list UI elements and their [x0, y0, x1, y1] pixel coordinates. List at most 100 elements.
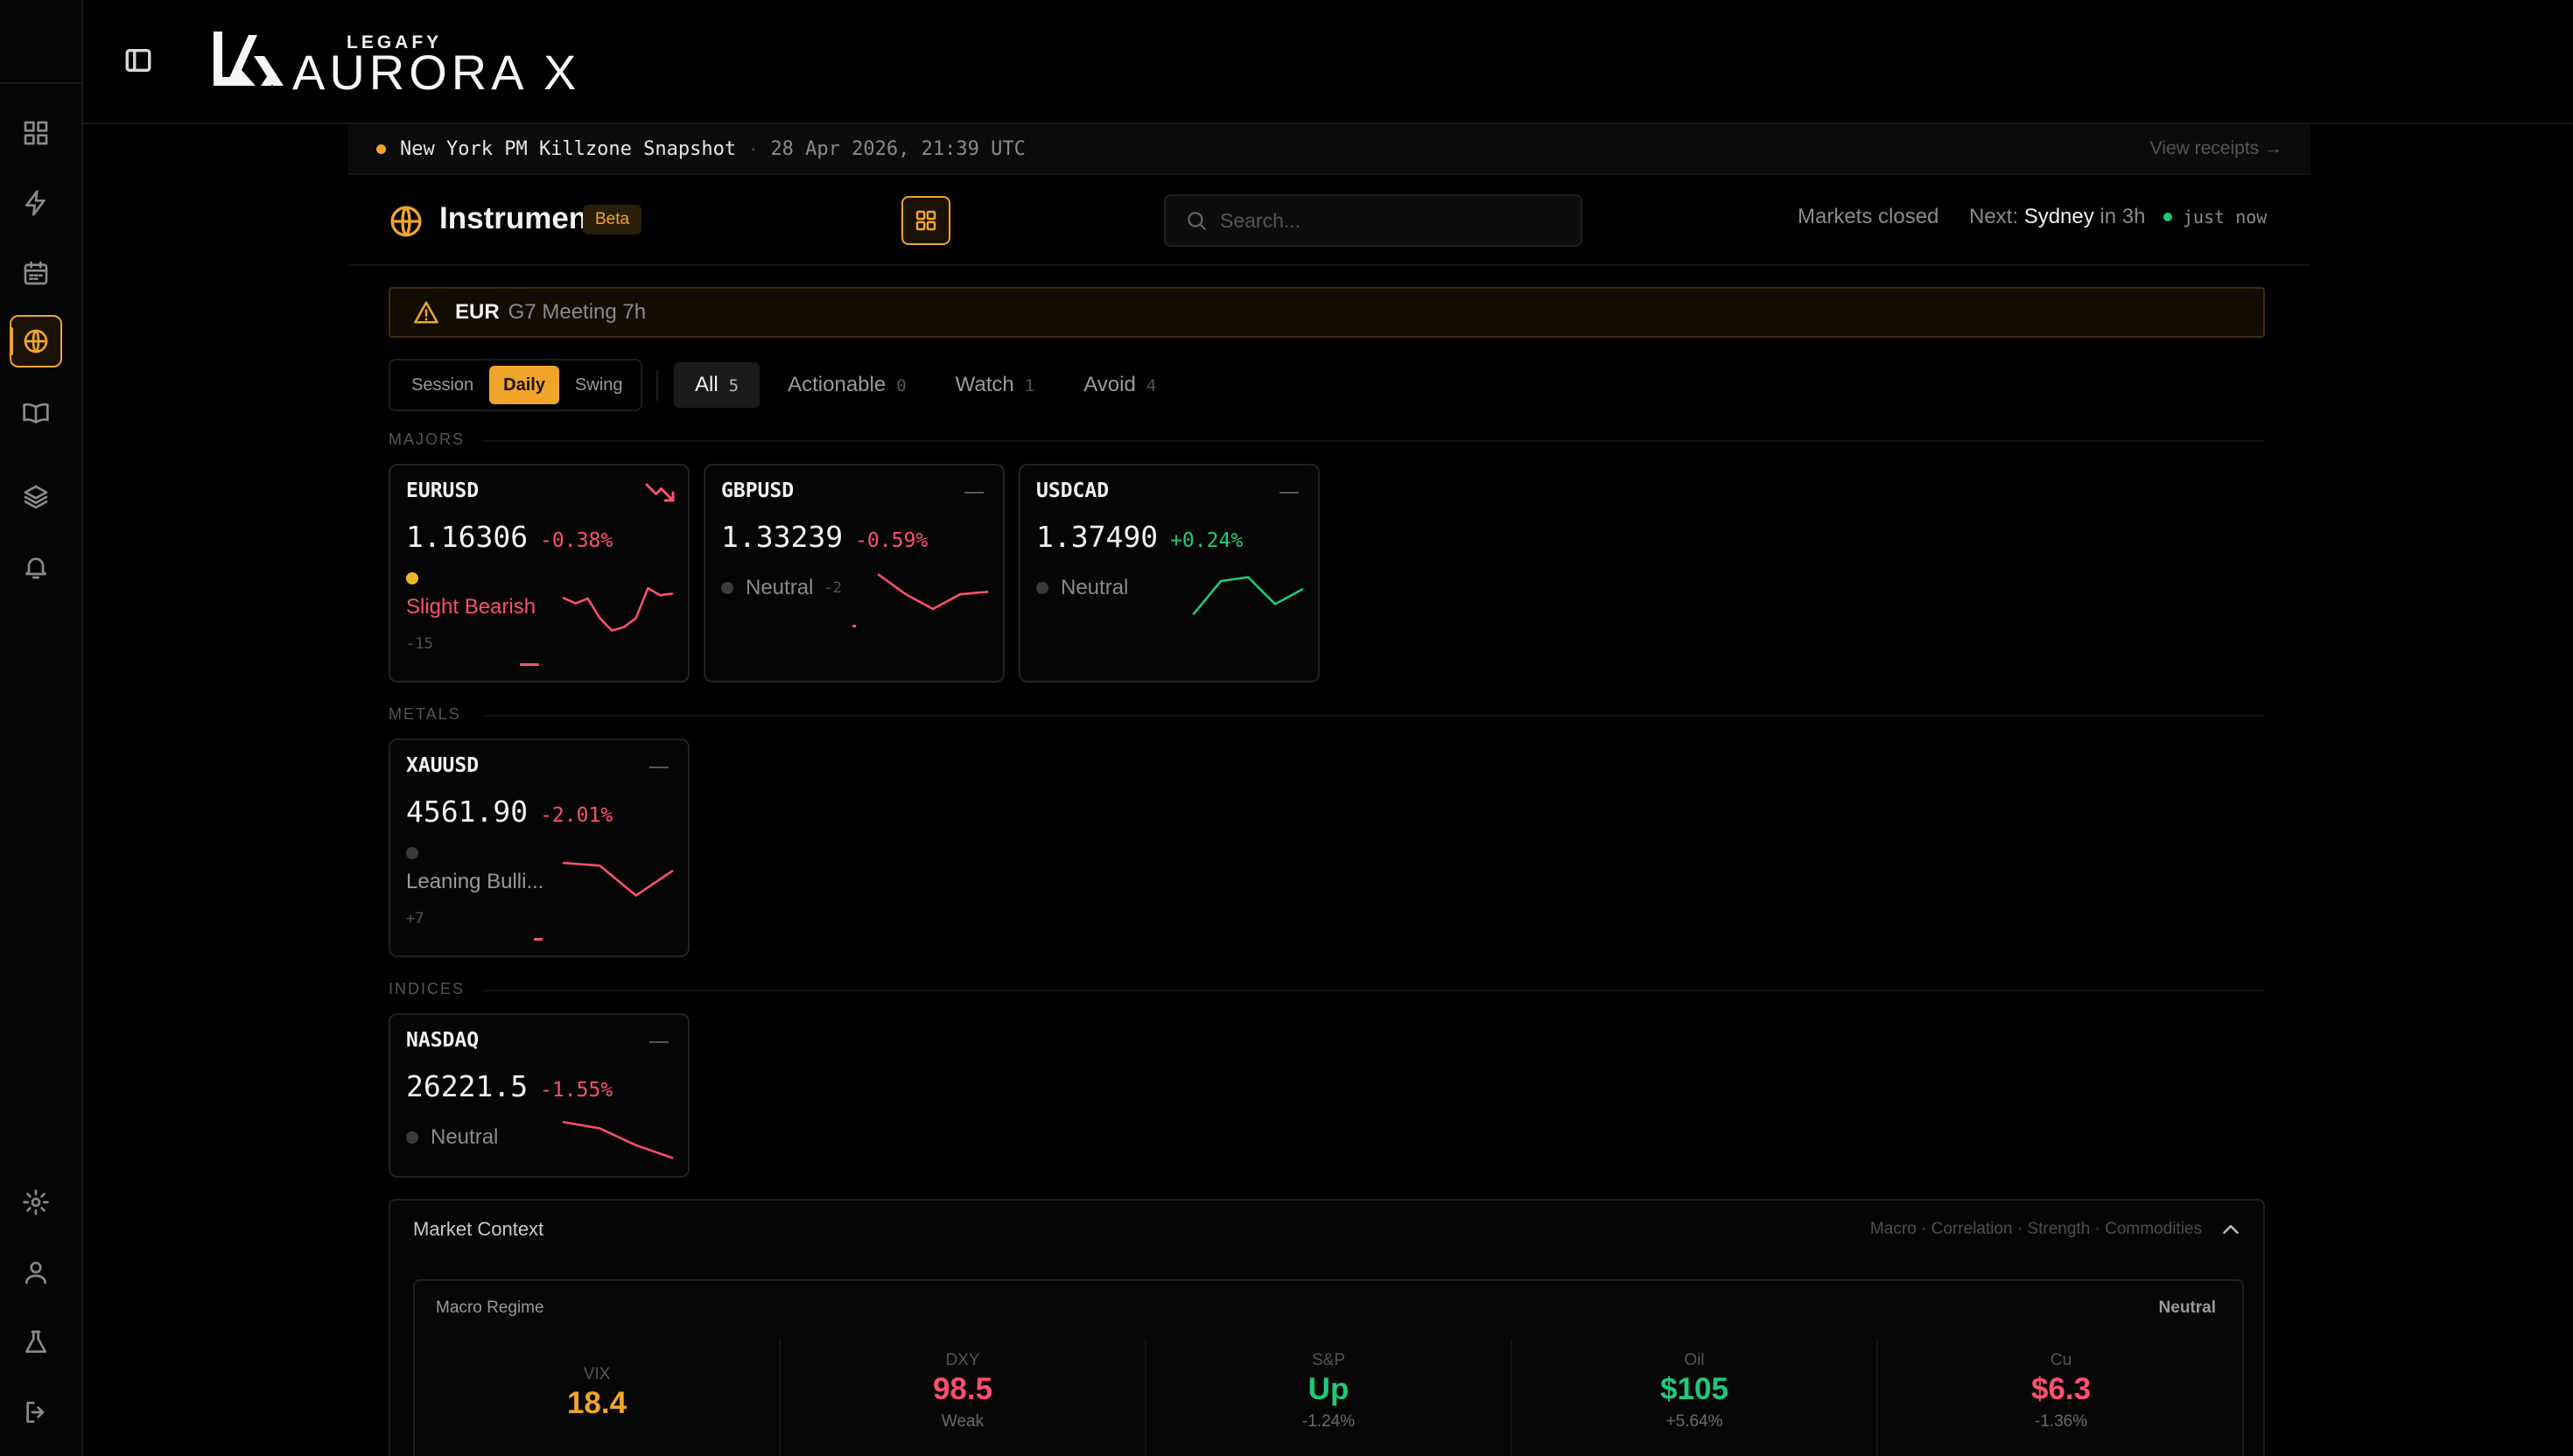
metric-value: Up	[1308, 1372, 1350, 1406]
flat-trend-icon	[649, 766, 669, 768]
dashboard-icon	[24, 121, 48, 145]
sidebar-item-signals[interactable]	[10, 177, 62, 229]
sidebar-item-calendar[interactable]	[10, 247, 62, 299]
market-context-title[interactable]: Market Context	[413, 1218, 543, 1241]
filter-tabs: All 5 Actionable 0 Watch 1 Avoid 4	[674, 360, 1184, 410]
chevron-up-icon[interactable]	[2218, 1216, 2244, 1242]
instrument-symbol: GBPUSD	[721, 480, 795, 502]
bell-icon	[25, 557, 46, 579]
group-divider	[483, 440, 2265, 442]
instrument-card-nasdaq[interactable]: NASDAQ 26221.5 -1.55% Neutral	[389, 1013, 690, 1178]
instrument-price: 4561.90	[406, 794, 529, 829]
bias-label: Slight Bearish	[406, 595, 536, 619]
snapshot-title: New York PM Killzone Snapshot	[400, 137, 737, 160]
sidebar-item-alerts[interactable]	[10, 541, 62, 593]
view-receipts-link[interactable]: View receipts →	[2150, 138, 2282, 159]
market-context-panel: Market Context Macro · Correlation · Str…	[389, 1199, 2265, 1456]
instrument-symbol: USDCAD	[1036, 480, 1110, 502]
score-bar	[534, 938, 543, 941]
sparkline	[1192, 576, 1304, 615]
filter-actionable[interactable]: Actionable 0	[767, 362, 928, 408]
sparkline-path	[562, 861, 674, 897]
group-label-indices: INDICES	[389, 980, 466, 998]
bias-label: Leaning Bulli...	[406, 870, 544, 893]
sidebar-item-logout[interactable]	[10, 1386, 62, 1438]
instrument-change: -1.55%	[540, 1079, 613, 1102]
sidebar-item-journal[interactable]	[10, 387, 62, 439]
sidebar-item-profile[interactable]	[10, 1246, 62, 1298]
metric-value: 18.4	[566, 1386, 627, 1420]
sidebar-item-layers[interactable]	[10, 471, 62, 523]
macro-regime-card: Macro Regime Neutral VIX 18.4 DXY 98.5 W…	[413, 1279, 2244, 1456]
macro-regime-title: Macro Regime	[436, 1298, 544, 1317]
instrument-change: -2.01%	[540, 804, 613, 827]
metric-value: $105	[1660, 1372, 1728, 1406]
group-divider	[483, 715, 2265, 717]
filter-count: 0	[896, 376, 907, 396]
trend-down-icon	[644, 480, 676, 506]
next-city: Sydney	[2023, 205, 2094, 228]
market-context-tabs[interactable]: Macro · Correlation · Strength · Commodi…	[1870, 1220, 2202, 1239]
instrument-price-row: 4561.90 -2.01%	[406, 794, 613, 829]
sidebar-item-dashboard[interactable]	[10, 107, 62, 159]
bias-score: -15	[406, 635, 433, 653]
sidebar-item-instruments[interactable]	[10, 315, 62, 368]
warning-icon	[413, 299, 439, 326]
instrument-card-eurusd[interactable]: EURUSD 1.16306 -0.38% Slight Bearish -15	[389, 464, 690, 682]
sidebar-item-settings[interactable]	[10, 1176, 62, 1228]
logout-icon	[26, 1402, 45, 1423]
instrument-card-usdcad[interactable]: USDCAD 1.37490 +0.24% Neutral	[1019, 464, 1320, 682]
instrument-change: -0.38%	[540, 529, 613, 552]
score-bar	[520, 663, 539, 666]
filter-all[interactable]: All 5	[674, 362, 761, 408]
instrument-symbol: NASDAQ	[406, 1029, 480, 1052]
grid-view-toggle[interactable]	[901, 196, 950, 245]
timeframe-swing[interactable]: Swing	[559, 366, 638, 404]
event-alert-banner[interactable]: EUR G7 Meeting 7h	[389, 287, 2265, 338]
brand-name: AURORA X	[292, 45, 581, 100]
metric-sub: Weak	[941, 1412, 985, 1431]
sidebar-toggle-button[interactable]	[123, 46, 153, 75]
group-divider	[483, 990, 2265, 991]
flask-icon	[25, 1330, 46, 1353]
last-updated: just now	[2183, 206, 2268, 228]
instrument-card-gbpusd[interactable]: GBPUSD 1.33239 -0.59% Neutral -2	[704, 464, 1005, 682]
timeframe-daily[interactable]: Daily	[489, 366, 559, 404]
snapshot-bar: New York PM Killzone Snapshot · 28 Apr 2…	[348, 124, 2310, 175]
sparkline-path	[1192, 576, 1304, 615]
market-status: Markets closed	[1798, 205, 1939, 228]
metric-dxy: DXY 98.5 Weak	[781, 1339, 1146, 1456]
filter-avoid[interactable]: Avoid 4	[1062, 362, 1177, 408]
filter-watch[interactable]: Watch 1	[935, 362, 1056, 408]
brand-wordmark: LEGAFY AURORA X	[292, 26, 581, 100]
brand-logo[interactable]: LEGAFY AURORA X	[210, 26, 581, 100]
search-input[interactable]	[1220, 208, 1553, 233]
instrument-change: +0.24%	[1170, 529, 1244, 552]
flat-trend-icon	[649, 1041, 669, 1043]
timeframe-session[interactable]: Session	[396, 366, 489, 404]
sparkline	[562, 861, 674, 897]
filter-label: Watch	[955, 373, 1014, 396]
metric-label: Cu	[2050, 1351, 2072, 1369]
metric-vix: VIX 18.4	[415, 1339, 781, 1456]
sparkline-path	[562, 1121, 674, 1159]
bias-dot	[406, 1131, 418, 1144]
search-box[interactable]	[1164, 194, 1582, 247]
instrument-price: 1.33239	[721, 520, 844, 554]
instrument-price-row: 1.16306 -0.38%	[406, 520, 613, 554]
timeframe-switch: Session Daily Swing	[389, 359, 642, 411]
instrument-symbol: XAUUSD	[406, 754, 480, 777]
sparkline	[877, 573, 989, 611]
beta-badge: Beta	[583, 205, 642, 234]
sidebar-item-lab[interactable]	[10, 1316, 62, 1368]
globe-icon	[389, 204, 424, 239]
instrument-card-xauusd[interactable]: XAUUSD 4561.90 -2.01% Leaning Bulli... +7	[389, 738, 690, 957]
bias-row: Neutral	[1036, 576, 1128, 600]
sparkline	[562, 1121, 674, 1159]
sparkline-path	[562, 586, 674, 632]
instrument-price: 1.37490	[1036, 520, 1159, 554]
filter-count: 1	[1024, 376, 1035, 396]
book-icon	[23, 402, 49, 424]
instrument-price-row: 1.37490 +0.24%	[1036, 520, 1243, 554]
bias-dot	[721, 582, 733, 594]
